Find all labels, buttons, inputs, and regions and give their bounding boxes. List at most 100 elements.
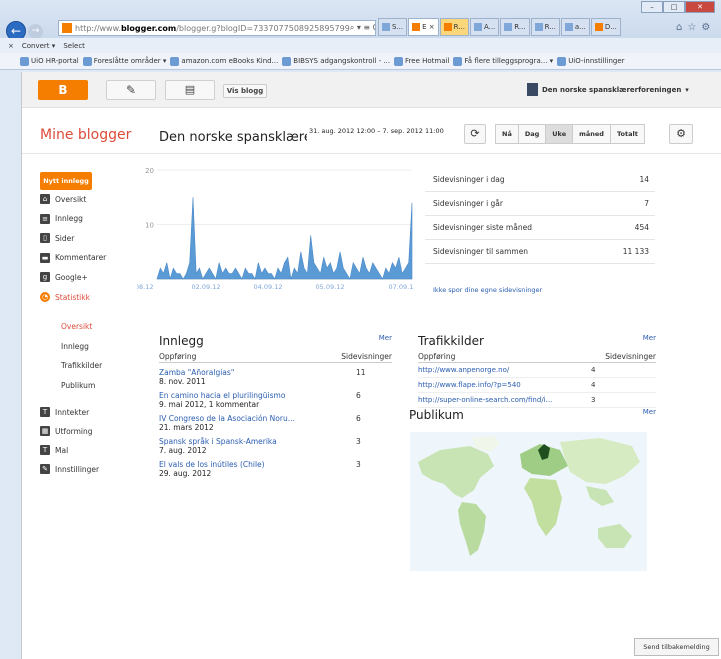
sidebar-item[interactable]: ⌂ Oversikt: [40, 194, 86, 204]
traffic-source-link[interactable]: http://super-online-search.com/find/i...: [418, 396, 591, 404]
send-feedback-button[interactable]: Send tilbakemelding: [634, 638, 719, 656]
sidebar-item[interactable]: ▦ Utforming: [40, 426, 93, 436]
address-controls[interactable]: ⌕ ▾ ≡ C ✕: [350, 23, 375, 33]
maximize-button[interactable]: □: [663, 1, 685, 13]
sidebar-item-label: Statistikk: [55, 292, 90, 302]
mine-blogger-link[interactable]: Mine blogger: [40, 127, 131, 143]
sidebar-item[interactable]: T Mal: [40, 445, 68, 455]
minimize-button[interactable]: –: [641, 1, 663, 13]
favorite-link[interactable]: Foreslåtte områder ▾: [82, 56, 166, 66]
blogger-home-button[interactable]: B: [38, 80, 88, 100]
posts-rows: Zamba "Añoralgias" 8. nov. 2011 11 En camin…: [159, 368, 392, 478]
browser-tab[interactable]: R...: [500, 18, 530, 36]
browser-tab[interactable]: S...: [378, 18, 408, 36]
favicon-icon: [62, 23, 72, 33]
convert-button[interactable]: Convert ▾: [22, 42, 55, 50]
url-domain: blogger.com: [120, 23, 177, 33]
browser-tab[interactable]: R...: [530, 18, 560, 36]
audience-more-link[interactable]: Mer: [643, 408, 656, 422]
window-controls: – □ ✕: [641, 1, 715, 13]
period-button[interactable]: måned: [572, 124, 611, 144]
posts-more-link[interactable]: Mer: [379, 334, 392, 348]
table-row: http://www.anpenorge.no/4: [418, 363, 656, 378]
tab-favicon-icon: [504, 23, 513, 31]
select-button[interactable]: Select: [63, 42, 85, 50]
posts-col-entry: Oppføring: [159, 352, 197, 361]
favorite-link[interactable]: amazon.com eBooks Kind...: [170, 56, 278, 66]
sidebar-subitem[interactable]: Publikum: [61, 381, 95, 390]
pageviews-area-series: [156, 197, 413, 280]
new-post-button[interactable]: Nytt innlegg: [40, 172, 92, 190]
stats-label: Sidevisninger til sammen: [433, 247, 529, 256]
post-title-link[interactable]: El vals de los inútiles (Chile): [159, 460, 309, 469]
stats-value: 11 133: [622, 247, 649, 256]
browser-tab[interactable]: A...: [469, 18, 500, 36]
post-info: Zamba "Añoralgias" 8. nov. 2011: [159, 368, 309, 386]
browser-tab[interactable]: E ×: [408, 18, 439, 36]
settings-gear-button[interactable]: ⚙: [669, 124, 693, 144]
tab-label: R...: [514, 23, 526, 31]
tab-label: a...: [574, 23, 586, 31]
home-icon[interactable]: ⌂: [676, 22, 682, 33]
blog-title[interactable]: Den norske spansklærere: [159, 130, 307, 145]
sidebar-subitem[interactable]: Innlegg: [61, 342, 89, 351]
sidebar-item[interactable]: ▯ Sider: [40, 233, 74, 244]
sidebar-item-label: Google+: [55, 272, 88, 282]
account-menu[interactable]: Den norske spansklærerforeningen ▾: [527, 83, 689, 96]
tools-gear-icon[interactable]: ⚙: [701, 22, 710, 33]
favorite-link[interactable]: BIBSYS adgangskontroll - ...: [282, 56, 390, 66]
favorite-link[interactable]: Free Hotmail: [394, 56, 449, 66]
close-bar-icon[interactable]: ×: [8, 42, 14, 50]
date-range[interactable]: 31. aug. 2012 12:00 – 7. sep. 2012 11:00: [309, 127, 444, 135]
pages-button[interactable]: ▤: [165, 80, 215, 100]
tab-favicon-icon: [382, 23, 390, 31]
forward-button[interactable]: →: [28, 24, 43, 39]
address-bar[interactable]: http://www. blogger.com/blogger.g?blogID=…: [58, 20, 376, 36]
period-button[interactable]: Dag: [517, 124, 547, 144]
edit-pencil-button[interactable]: ✎: [106, 80, 156, 100]
tab-favicon-icon: [564, 23, 573, 31]
stats-value: 14: [639, 175, 649, 184]
sidebar-item[interactable]: ≡ Innlegg: [40, 213, 83, 224]
post-info: El vals de los inútiles (Chile) 29. aug. …: [159, 460, 309, 478]
favorite-label: UiO HR-portal: [31, 57, 79, 65]
tab-label: A...: [483, 23, 496, 31]
posts-col-views: Sidevisninger: [341, 352, 392, 361]
traffic-source-link[interactable]: http://www.anpenorge.no/: [418, 366, 591, 374]
stats-row: Sidevisninger til sammen 11 133: [425, 240, 655, 264]
browser-tab[interactable]: a...: [560, 18, 590, 36]
favorite-link[interactable]: UiO-innstillinger: [557, 56, 625, 66]
post-info: IV Congreso de la Asociación Noru... 21. …: [159, 414, 309, 432]
sidebar-item[interactable]: T Inntekter: [40, 407, 89, 417]
traffic-heading: Trafikkilder: [418, 334, 484, 348]
audience-header: Publikum Mer: [409, 408, 656, 422]
traffic-views: 3: [591, 396, 596, 404]
favorites-star-icon[interactable]: ☆: [687, 22, 696, 33]
traffic-views: 4: [591, 381, 596, 389]
period-button[interactable]: Totalt: [609, 124, 645, 144]
favorite-link[interactable]: UiO HR-portal: [20, 56, 79, 66]
browser-tab[interactable]: R...: [439, 18, 469, 36]
traffic-more-link[interactable]: Mer: [643, 334, 656, 348]
dont-track-own-views-link[interactable]: Ikke spor dine egne sidevisninger: [433, 286, 542, 294]
favorite-link[interactable]: Få flere tilleggsprogra... ▾: [453, 56, 553, 66]
browser-tab[interactable]: D...: [590, 18, 621, 36]
period-button[interactable]: Uke: [545, 124, 574, 144]
refresh-button[interactable]: ⟳: [464, 124, 486, 144]
post-title-link[interactable]: En camino hacia el plurilingüismo: [159, 391, 309, 400]
traffic-source-link[interactable]: http://www.flape.info/?p=540: [418, 381, 591, 389]
period-button[interactable]: Nå: [495, 124, 519, 144]
close-window-button[interactable]: ✕: [685, 1, 715, 13]
post-title-link[interactable]: Spansk språk i Spansk-Amerika: [159, 437, 309, 446]
sidebar-subitem[interactable]: Trafikkilder: [61, 361, 102, 370]
sidebar-item[interactable]: ▬ Kommentarer: [40, 252, 106, 263]
sidebar-subitem[interactable]: Oversikt: [61, 322, 92, 331]
sidebar-item[interactable]: g Google+: [40, 272, 88, 283]
favorite-icon: [453, 56, 463, 66]
view-blog-button[interactable]: Vis blogg: [223, 84, 267, 98]
post-title-link[interactable]: Zamba "Añoralgias": [159, 368, 309, 377]
post-title-link[interactable]: IV Congreso de la Asociación Noru...: [159, 414, 309, 423]
sidebar-item[interactable]: ✎ Innstillinger: [40, 464, 99, 474]
x-tick-label: 04.09.12: [254, 283, 283, 291]
sidebar-item[interactable]: ◔ Statistikk: [40, 292, 90, 302]
